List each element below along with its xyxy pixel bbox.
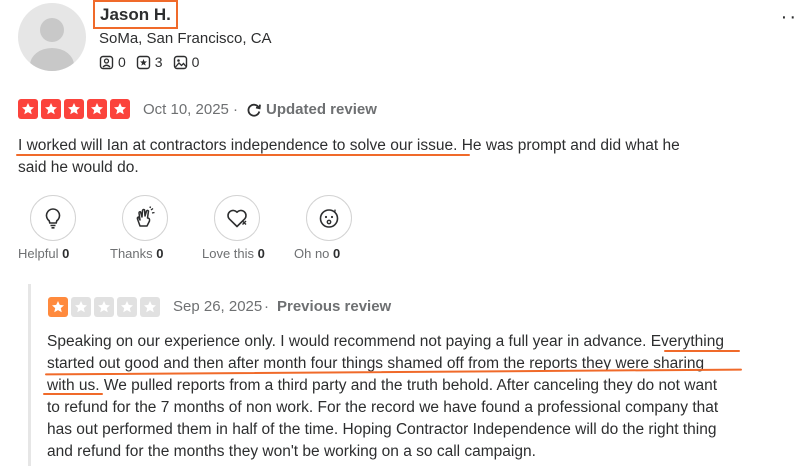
photo-icon	[173, 55, 187, 69]
review-text-rest: He was prompt and did what he	[457, 137, 680, 154]
user-stats: 0 3 0	[99, 54, 209, 70]
reaction-oh-no[interactable]: Oh no 0	[294, 195, 386, 261]
user-location: SoMa, San Francisco, CA	[99, 30, 272, 47]
review-text-line2: said he would do.	[18, 159, 139, 176]
star-outline-icon	[136, 55, 150, 69]
star-rating-current	[18, 99, 133, 119]
friends-count: 0	[118, 54, 126, 70]
star-icon	[117, 297, 137, 317]
updated-review-label: Updated review	[246, 101, 377, 118]
star-icon	[94, 297, 114, 317]
reaction-oh-no-label: Oh no 0	[294, 246, 341, 261]
review-text-previous: Speaking on our experience only. I would…	[47, 331, 757, 463]
lightbulb-icon	[45, 208, 61, 229]
annotation-underline	[664, 350, 740, 352]
avatar[interactable]	[18, 3, 86, 71]
surprised-face-icon	[319, 209, 339, 228]
reaction-love-label: Love this 0	[202, 246, 265, 261]
star-icon	[64, 99, 84, 119]
annotation-underline	[16, 154, 470, 156]
review-text-line: with us. We pulled reports from a third …	[47, 377, 718, 394]
friends-icon	[99, 55, 114, 69]
default-avatar-icon	[30, 18, 74, 71]
reaction-love[interactable]: Love this 0	[202, 195, 294, 261]
reviews-count: 3	[154, 54, 163, 70]
review-text-line: and refund for the months they won't be …	[47, 443, 536, 460]
review-date: Oct 10, 2025	[143, 101, 229, 118]
friends-stat: 0	[99, 54, 126, 70]
reaction-bar: Helpful 0 Thanks 0 Love this 0 Oh no 0	[18, 195, 386, 261]
previous-review-label: Previous review	[277, 298, 392, 315]
reaction-helpful-label: Helpful 0	[18, 246, 70, 261]
updated-review-text: Updated review	[266, 101, 377, 118]
user-name-link[interactable]: Jason H.	[93, 0, 178, 29]
star-icon	[87, 99, 107, 119]
previous-review-date: Sep 26, 2025	[173, 298, 263, 315]
photos-count: 0	[191, 54, 200, 70]
star-icon	[18, 99, 38, 119]
star-icon	[140, 297, 160, 317]
annotation-underline	[43, 393, 103, 395]
star-icon	[110, 99, 130, 119]
more-options-button[interactable]: ··	[781, 7, 798, 27]
photos-stat: 0	[173, 54, 200, 70]
reaction-helpful[interactable]: Helpful 0	[18, 195, 110, 261]
review-text-line: to refund for the 7 months of non work. …	[47, 399, 719, 416]
reaction-thanks-label: Thanks 0	[110, 246, 164, 261]
star-rating-previous	[48, 297, 163, 317]
review-text-line: Speaking on our experience only. I would…	[47, 333, 724, 350]
reaction-helpful-button[interactable]	[30, 195, 76, 241]
review-text-highlighted: I worked will Ian at contractors indepen…	[18, 137, 458, 154]
clapping-hands-icon	[136, 206, 155, 227]
review-text-current: I worked will Ian at contractors indepen…	[18, 135, 718, 179]
star-icon	[41, 99, 61, 119]
star-icon	[71, 297, 91, 317]
separator-dot: ·	[233, 101, 238, 118]
separator-dot: ·	[264, 298, 269, 315]
star-icon	[48, 297, 68, 317]
heart-icon	[227, 209, 247, 228]
refresh-icon	[247, 103, 261, 117]
reaction-thanks-button[interactable]	[122, 195, 168, 241]
reaction-love-button[interactable]	[214, 195, 260, 241]
review-text-line: has out performed them in half of the ti…	[47, 421, 717, 438]
reaction-thanks[interactable]: Thanks 0	[110, 195, 202, 261]
reviews-stat: 3	[136, 54, 163, 70]
reaction-oh-no-button[interactable]	[306, 195, 352, 241]
